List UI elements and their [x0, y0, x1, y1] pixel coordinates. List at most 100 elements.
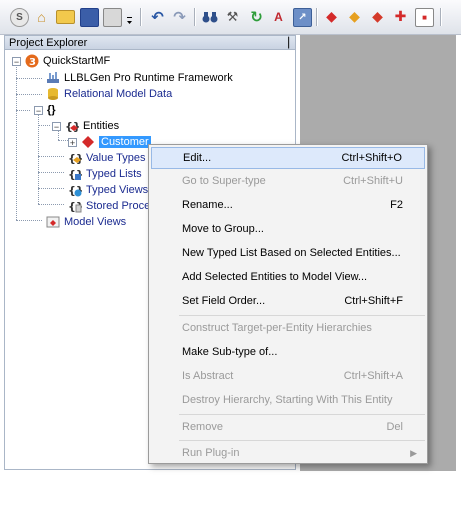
tree-line: [38, 125, 50, 126]
menu-label: Move to Group...: [182, 223, 264, 235]
typed-lists-icon: {}: [68, 167, 84, 181]
project-icon: 3: [25, 54, 39, 68]
tree-label-stored-procs: Stored Proce: [86, 200, 151, 212]
submenu-arrow-icon: ▶: [410, 448, 417, 458]
menu-item-construct-hierarchies[interactable]: Construct Target-per-Entity Hierarchies: [151, 317, 425, 339]
tree-node-relational[interactable]: Relational Model Data: [46, 86, 172, 102]
tree-line: [38, 188, 64, 189]
tree-node-typed-views[interactable]: {} Typed Views: [68, 182, 148, 198]
entities-folder-icon: {}: [65, 119, 81, 133]
tree-node-model-views[interactable]: Model Views: [46, 214, 126, 230]
project-explorer-header: Project Explorer ▕: [4, 35, 296, 50]
menu-label: Construct Target-per-Entity Hierarchies: [182, 322, 372, 334]
tree-label-customer: Customer: [99, 136, 151, 148]
tree-node-root[interactable]: − 3 QuickStartMF: [12, 53, 110, 69]
collapse-icon[interactable]: −: [34, 105, 43, 115]
tree-node-entities[interactable]: − {} Entities: [52, 118, 119, 134]
tree-line: [38, 204, 64, 205]
move-icon[interactable]: ✚: [392, 8, 409, 25]
tree-line: [16, 94, 42, 95]
refresh-icon[interactable]: ↻: [248, 8, 265, 26]
menu-item-make-sub-type[interactable]: Make Sub-type of...: [151, 341, 425, 363]
tree-label-model-views: Model Views: [64, 216, 127, 228]
menu-item-is-abstract[interactable]: Is Abstract Ctrl+Shift+A: [151, 365, 425, 387]
model-views-icon: [46, 215, 60, 229]
context-menu: Edit... Ctrl+Shift+O Go to Super-type Ct…: [148, 144, 428, 464]
tree-node-framework[interactable]: LLBLGen Pro Runtime Framework: [46, 70, 233, 86]
home-icon[interactable]: ⌂: [33, 8, 50, 25]
value-types-icon: {}: [68, 151, 84, 165]
menu-item-rename[interactable]: Rename... F2: [151, 194, 425, 216]
menu-label: Edit...: [183, 152, 212, 164]
panel-title: Project Explorer: [9, 37, 88, 49]
tree-label-framework: LLBLGen Pro Runtime Framework: [64, 72, 233, 84]
open-folder-icon[interactable]: [56, 10, 75, 24]
tree-label-entities: Entities: [83, 120, 120, 132]
menu-label: New Typed List Based on Selected Entitie…: [182, 247, 401, 259]
menu-label: Is Abstract: [182, 370, 234, 382]
tree-label-root: QuickStartMF: [43, 55, 111, 67]
menu-item-move-to-group[interactable]: Move to Group...: [151, 218, 425, 240]
tree-label-typed-lists: Typed Lists: [86, 168, 142, 180]
menu-separator: [179, 440, 425, 441]
menu-label: Run Plug-in: [182, 447, 240, 459]
menu-shortcut: Del: [386, 421, 403, 433]
toolbar-separator: [194, 8, 195, 26]
tools-icon[interactable]: ⚒: [224, 8, 241, 25]
menu-item-run-plugin[interactable]: Run Plug-in ▶: [151, 442, 425, 464]
expand-icon[interactable]: +: [68, 137, 77, 147]
toolbar-separator: [316, 8, 317, 26]
tree-node-customer[interactable]: + Customer: [68, 134, 151, 150]
tree-line: [16, 220, 42, 221]
menu-shortcut: F2: [390, 199, 403, 211]
binoculars-icon[interactable]: [201, 8, 218, 25]
tree-node-typed-lists[interactable]: {} Typed Lists: [68, 166, 142, 182]
tree-line: [16, 110, 30, 111]
tree-node-group[interactable]: − {}: [34, 102, 56, 118]
export-icon[interactable]: ■: [415, 8, 434, 27]
tree-node-stored-procs[interactable]: {} Stored Proce: [68, 198, 150, 214]
typed-views-icon: {}: [68, 183, 84, 197]
tree-label-group: {}: [47, 104, 56, 116]
svg-text:3: 3: [29, 57, 36, 68]
menu-label: Make Sub-type of...: [182, 346, 278, 358]
toolbar-overflow-icon[interactable]: [126, 14, 133, 28]
redo-icon[interactable]: ↷: [171, 8, 188, 26]
menu-item-remove[interactable]: Remove Del: [151, 416, 425, 438]
menu-item-edit[interactable]: Edit... Ctrl+Shift+O: [151, 147, 425, 169]
menu-label: Go to Super-type: [182, 175, 266, 187]
framework-icon: [46, 71, 60, 85]
collapse-icon[interactable]: −: [12, 56, 21, 66]
menu-label: Add Selected Entities to Model View...: [182, 271, 368, 283]
tree-label-relational: Relational Model Data: [64, 88, 173, 100]
menu-item-set-field-order[interactable]: Set Field Order... Ctrl+Shift+F: [151, 290, 425, 312]
menu-item-new-typed-list[interactable]: New Typed List Based on Selected Entitie…: [151, 242, 425, 264]
toolbar-separator: [440, 8, 441, 26]
save-icon[interactable]: [80, 8, 99, 27]
tree-node-value-types[interactable]: {} Value Types: [68, 150, 146, 166]
deploy-icon[interactable]: ↗: [293, 8, 312, 27]
tree-line: [58, 140, 68, 141]
menu-separator: [179, 414, 425, 415]
validate-icon[interactable]: A: [270, 8, 287, 25]
menu-label: Rename...: [182, 199, 233, 211]
pin-icon[interactable]: ▕: [281, 36, 289, 51]
shield-multi-icon[interactable]: ◆: [369, 8, 386, 25]
shield-red-icon[interactable]: ◆: [323, 8, 340, 25]
menu-item-add-to-model-view[interactable]: Add Selected Entities to Model View...: [151, 266, 425, 288]
menu-shortcut: Ctrl+Shift+O: [341, 152, 402, 164]
tree-line: [16, 64, 17, 220]
tree-label-typed-views: Typed Views: [86, 184, 149, 196]
app-logo-icon[interactable]: S: [10, 8, 29, 27]
print-icon[interactable]: [103, 8, 122, 27]
toolbar: S ⌂ ↶ ↷ ⚒ ↻ A ↗ ◆ ◆ ◆ ✚ ■: [0, 0, 461, 35]
shield-yellow-icon[interactable]: ◆: [346, 8, 363, 25]
menu-shortcut: Ctrl+Shift+U: [343, 175, 403, 187]
collapse-icon[interactable]: −: [52, 121, 61, 131]
undo-icon[interactable]: ↶: [149, 8, 166, 26]
menu-shortcut: Ctrl+Shift+A: [343, 370, 403, 382]
menu-item-destroy-hierarchy[interactable]: Destroy Hierarchy, Starting With This En…: [151, 389, 425, 411]
stored-procs-icon: {}: [68, 199, 84, 213]
menu-item-go-to-super-type[interactable]: Go to Super-type Ctrl+Shift+U: [151, 170, 425, 192]
tree-line: [38, 172, 64, 173]
